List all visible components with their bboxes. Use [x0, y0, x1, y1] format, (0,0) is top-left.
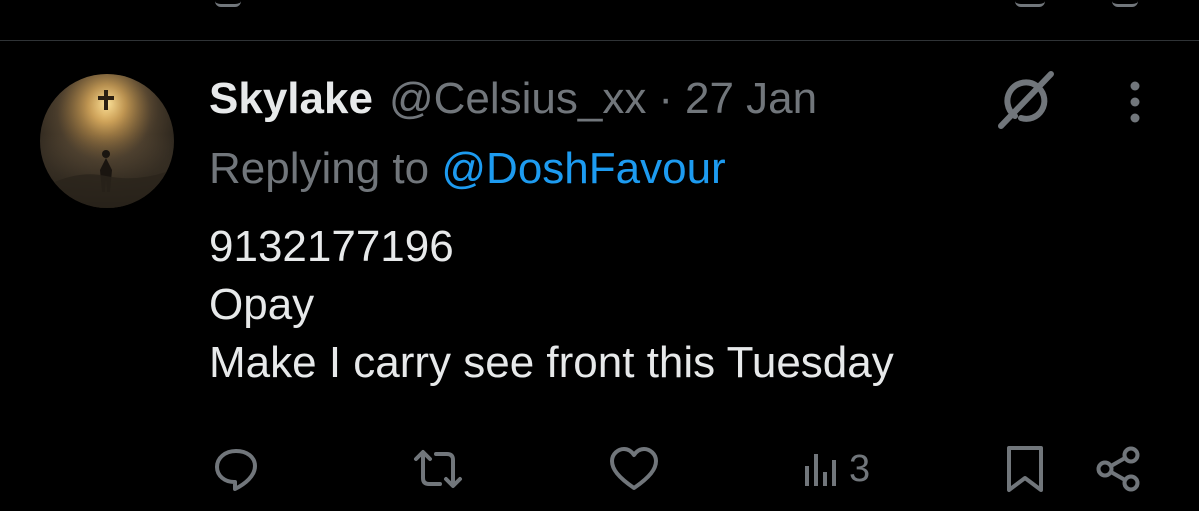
replying-to-mention[interactable]: @DoshFavour [441, 144, 725, 193]
share-icon [1096, 446, 1140, 492]
reply-button[interactable] [211, 444, 261, 494]
previous-tweet-actions [0, 0, 1199, 10]
views-count: 3 [849, 448, 871, 490]
grok-icon-svg [998, 71, 1054, 129]
replying-to-label: Replying to [209, 144, 430, 193]
previous-share-icon-fragment [1112, 0, 1138, 7]
more-options-icon-svg [1130, 81, 1140, 123]
bookmark-icon [1007, 446, 1043, 492]
more-options-icon[interactable] [1120, 80, 1150, 124]
tweet-screen: Skylake @Celsius_xx · 27 Jan Replying to… [0, 0, 1199, 511]
previous-reply-icon-fragment [215, 0, 241, 7]
previous-bookmark-icon-fragment [1015, 0, 1045, 7]
grok-icon[interactable] [995, 70, 1057, 130]
tweet-divider [0, 40, 1199, 41]
bookmark-button[interactable] [1003, 444, 1047, 494]
views-button[interactable]: 3 [803, 444, 870, 494]
tweet-text: 9132177196 Opay Make I carry see front t… [209, 218, 894, 392]
like-button[interactable] [608, 444, 660, 494]
tweet-text-line: 9132177196 [209, 222, 454, 271]
tweet-text-line: Opay [209, 280, 315, 329]
tweet-header: Skylake @Celsius_xx · 27 Jan [209, 74, 817, 124]
display-name[interactable]: Skylake [209, 74, 373, 124]
share-button[interactable] [1093, 444, 1143, 494]
heart-icon [610, 447, 658, 490]
reply-icon [215, 449, 257, 491]
avatar[interactable] [40, 74, 174, 208]
user-handle[interactable]: @Celsius_xx [389, 74, 646, 124]
replying-to-line: Replying to @DoshFavour [209, 144, 726, 194]
views-icon [805, 454, 836, 486]
retweet-button[interactable] [410, 444, 466, 494]
separator-dot: · [658, 74, 673, 123]
tweet-date[interactable]: 27 Jan [685, 74, 817, 124]
tweet-text-line: Make I carry see front this Tuesday [209, 338, 894, 387]
avatar-image [40, 74, 174, 208]
retweet-icon [414, 450, 462, 488]
